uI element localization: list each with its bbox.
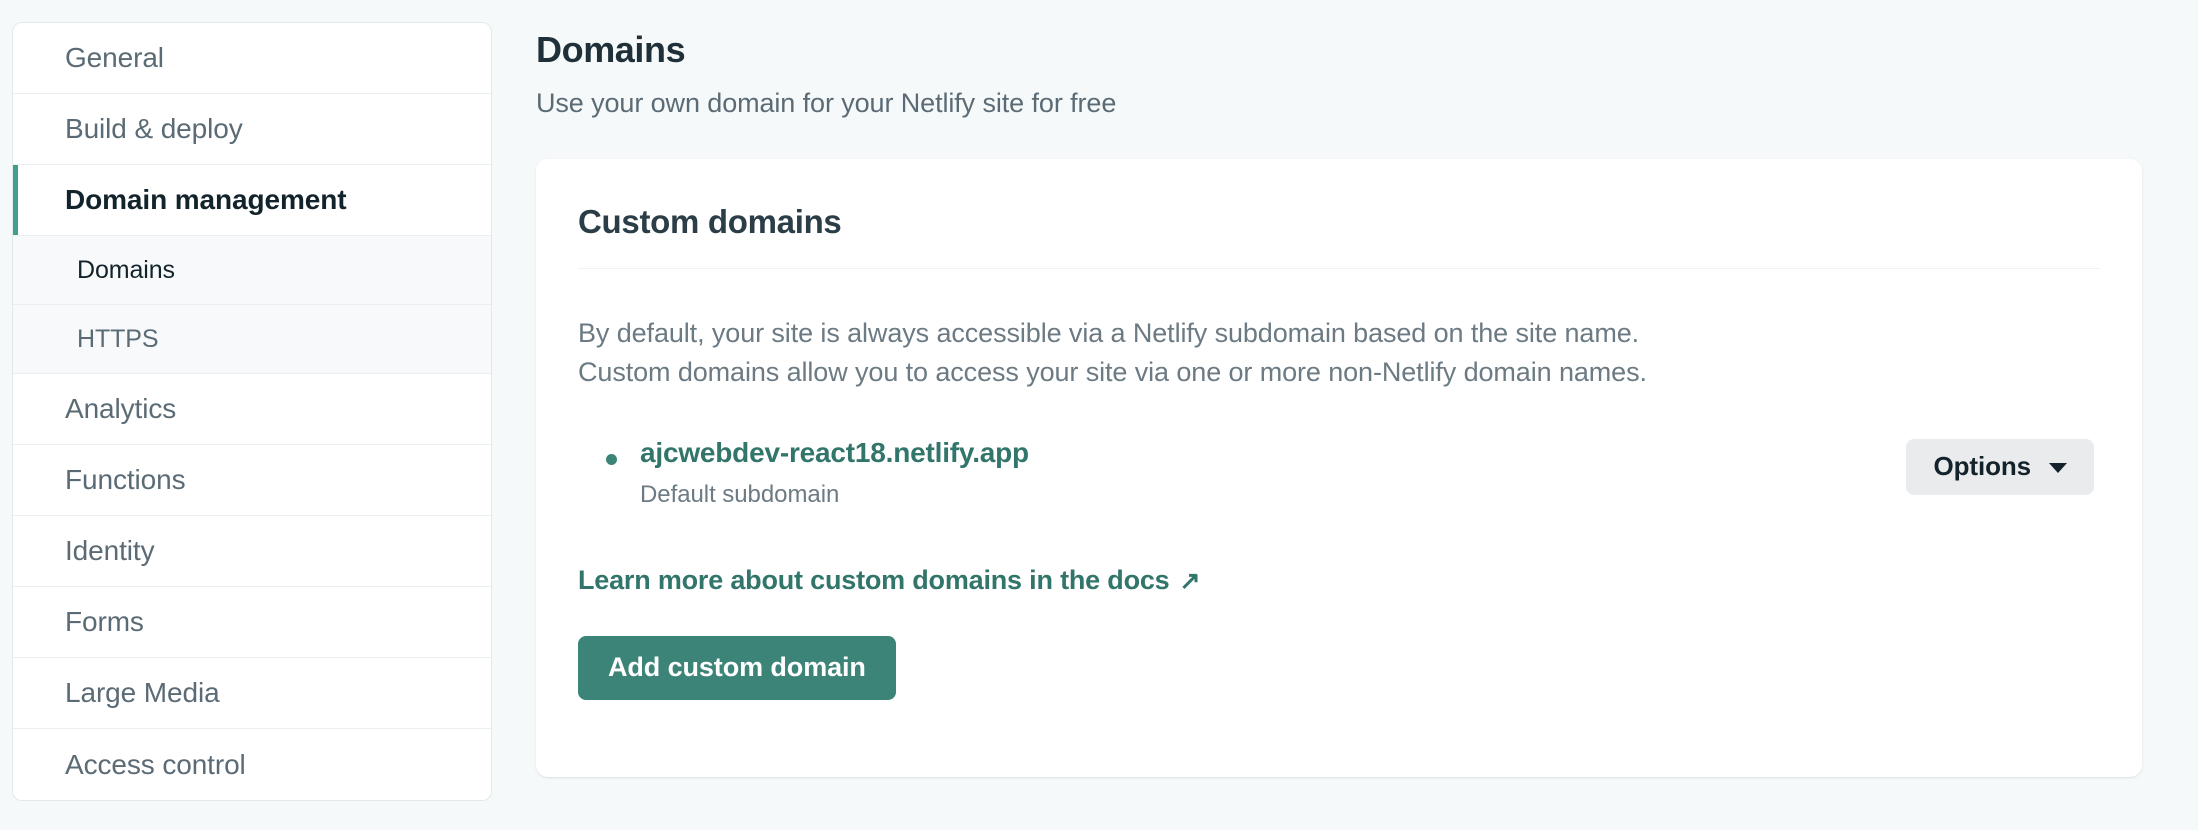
sidebar-item-label: Domain management	[65, 184, 347, 215]
domain-entry: ajcwebdev-react18.netlify.app Default su…	[578, 437, 1029, 509]
card-title: Custom domains	[578, 203, 842, 241]
card-description: By default, your site is always accessib…	[578, 314, 2100, 391]
page-title: Domains	[536, 29, 686, 70]
domain-row: ajcwebdev-react18.netlify.app Default su…	[578, 437, 2100, 509]
sidebar-item-build-and-deploy[interactable]: Build & deploy	[13, 94, 491, 165]
sidebar-item-domains[interactable]: Domains	[13, 236, 491, 305]
sidebar-item-analytics[interactable]: Analytics	[13, 374, 491, 445]
sidebar-item-access-control[interactable]: Access control	[13, 729, 491, 800]
card-description-line-1: By default, your site is always accessib…	[578, 318, 1640, 349]
sidebar-item-label: Identity	[65, 535, 155, 566]
sidebar-item-label: Large Media	[65, 677, 220, 708]
sidebar-item-label: Domains	[77, 255, 175, 284]
sidebar-item-label: HTTPS	[77, 324, 159, 353]
sidebar-item-domain-management[interactable]: Domain management	[13, 165, 491, 236]
learn-more-docs-link[interactable]: Learn more about custom domains in the d…	[578, 565, 1200, 596]
sidebar-item-label: General	[65, 42, 164, 73]
sidebar-item-general[interactable]: General	[13, 23, 491, 94]
sidebar-item-label: Access control	[65, 748, 246, 780]
sidebar-item-label: Forms	[65, 606, 144, 637]
settings-sidebar: General Build & deploy Domain management…	[12, 22, 492, 801]
external-link-arrow-icon: ↗	[1179, 566, 1201, 595]
sidebar-item-identity[interactable]: Identity	[13, 516, 491, 587]
options-button-label: Options	[1933, 451, 2031, 482]
chevron-down-icon	[2049, 463, 2067, 474]
options-button[interactable]: Options	[1906, 438, 2094, 495]
page-subtitle: Use your own domain for your Netlify sit…	[536, 88, 1117, 119]
sidebar-item-large-media[interactable]: Large Media	[13, 658, 491, 729]
card-description-line-2: Custom domains allow you to access your …	[578, 356, 1647, 387]
bullet-dot-icon	[606, 453, 617, 465]
sidebar-item-label: Functions	[65, 464, 186, 495]
main-content: Domains Use your own domain for your Net…	[536, 18, 2142, 778]
domain-text-group: ajcwebdev-react18.netlify.app Default su…	[640, 437, 1029, 509]
card-divider	[578, 268, 2100, 270]
sidebar-item-label: Build & deploy	[65, 113, 243, 144]
sidebar-item-functions[interactable]: Functions	[13, 445, 491, 516]
default-subdomain-link[interactable]: ajcwebdev-react18.netlify.app	[640, 437, 1029, 469]
learn-more-label: Learn more about custom domains in the d…	[578, 564, 1170, 595]
add-custom-domain-button[interactable]: Add custom domain	[578, 635, 896, 700]
custom-domains-card: Custom domains By default, your site is …	[536, 159, 2142, 778]
sidebar-item-forms[interactable]: Forms	[13, 587, 491, 658]
sidebar-item-label: Analytics	[65, 393, 177, 424]
sidebar-item-https[interactable]: HTTPS	[13, 305, 491, 374]
domain-subtitle: Default subdomain	[640, 480, 840, 508]
settings-page: General Build & deploy Domain management…	[0, 0, 2198, 830]
